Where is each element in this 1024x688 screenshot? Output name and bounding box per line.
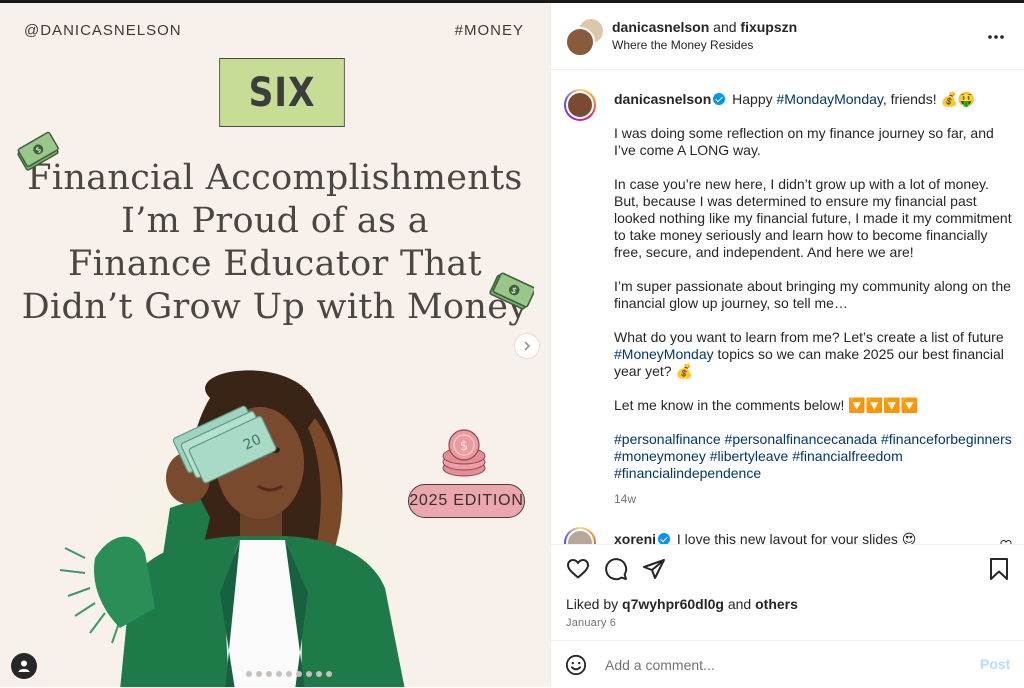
save-bookmark-icon[interactable]: [988, 557, 1010, 581]
liked-by-and: and: [727, 596, 752, 612]
headline-line: Finance Educator That: [68, 244, 482, 284]
collab-avatars[interactable]: [565, 17, 605, 57]
more-horizontal-icon: [988, 35, 1004, 39]
post-comment-button[interactable]: Post: [980, 656, 1010, 672]
carousel-dots: [236, 671, 332, 677]
avatar: [566, 529, 594, 544]
carousel-dot: [316, 671, 322, 677]
liked-by-text: Liked by q7wyhpr60dl0g and others: [566, 596, 798, 612]
money-bills-icon: $: [17, 131, 59, 171]
author-link[interactable]: danicasnelson: [612, 19, 709, 35]
carousel-dot: [326, 671, 332, 677]
carousel-dot: [236, 671, 242, 677]
hashtag-link[interactable]: #financeforbeginners: [881, 431, 1012, 447]
hashtag-link[interactable]: #personalfinancecanada: [725, 431, 878, 447]
hashtag-link[interactable]: #MondayMonday: [777, 91, 883, 107]
hashtag-link[interactable]: #financialindependence: [614, 465, 761, 481]
liked-by-user-link[interactable]: q7wyhpr60dl0g: [622, 596, 724, 612]
comments-scroll-area[interactable]: danicasnelson Happy #MondayMonday, frien…: [551, 70, 1024, 544]
post-panel: danicasnelson and fixupszn Where the Mon…: [550, 3, 1024, 687]
carousel-next-button[interactable]: [515, 334, 539, 358]
edition-badge: 2025 EDITION: [408, 484, 525, 518]
post-carousel-slide[interactable]: @DANICASNELSON #MONEY SIX Financial Acco…: [0, 3, 550, 687]
emoji-smiley-icon[interactable]: [565, 654, 587, 676]
and-text: and: [713, 19, 737, 35]
carousel-dot: [286, 671, 292, 677]
post-actions: Liked by q7wyhpr60dl0g and others Januar…: [551, 544, 1024, 641]
commenter-avatar[interactable]: [564, 527, 596, 544]
post-authors: danicasnelson and fixupszn: [612, 19, 797, 35]
liked-by-prefix: Liked by: [566, 596, 619, 612]
hashtag-link[interactable]: #MoneyMonday: [614, 346, 714, 362]
caption-avatar[interactable]: [564, 89, 596, 121]
verified-icon: [713, 93, 726, 105]
caption-text: , friends! 💰🤑: [882, 91, 976, 107]
caption-text: What do you want to learn from me? Let’s…: [614, 329, 1004, 345]
svg-text:$: $: [460, 439, 468, 454]
carousel-dot: [246, 671, 252, 677]
add-comment-bar: Post: [551, 640, 1024, 688]
add-comment-input[interactable]: [603, 653, 967, 677]
liked-by-others-link[interactable]: others: [755, 596, 798, 612]
caption-paragraph: Let me know in the comments below! 🔽🔽🔽🔽: [614, 397, 918, 413]
slide-headline: Financial Accomplishments I’m Proud of a…: [20, 157, 530, 329]
person-holding-cash-photo: 20: [60, 370, 420, 687]
headline-line: Didn’t Grow Up with Money: [21, 287, 529, 327]
caption: danicasnelson Happy #MondayMonday, frien…: [614, 91, 1014, 508]
hashtag-link[interactable]: #moneymoney: [614, 448, 706, 464]
coin-stack-icon: $: [442, 429, 486, 477]
share-paper-plane-icon[interactable]: [642, 557, 666, 581]
comment-text: xoreni I love this new layout for your s…: [614, 531, 916, 544]
carousel-dot: [256, 671, 262, 677]
hashtag-link[interactable]: #libertyleave: [710, 448, 789, 464]
slide-handle: @DANICASNELSON: [24, 22, 182, 39]
carousel-dot: [276, 671, 282, 677]
money-bills-icon: $: [489, 272, 534, 310]
tagged-users-button[interactable]: [11, 653, 37, 679]
carousel-dot: [296, 671, 302, 677]
caption-paragraph: What do you want to learn from me? Let’s…: [614, 329, 1014, 380]
comment-item: xoreni I love this new layout for your s…: [551, 525, 1024, 544]
avatar: [565, 27, 595, 57]
caption-paragraph: I was doing some reflection on my financ…: [614, 125, 994, 158]
carousel-dot: [306, 671, 312, 677]
caption-paragraph: In case you’re new here, I didn’t grow u…: [614, 176, 1012, 260]
audio-subtitle[interactable]: Where the Money Resides: [612, 38, 753, 52]
chevron-right-icon: [524, 341, 531, 351]
slide-tag: #MONEY: [454, 22, 524, 39]
caption-timestamp[interactable]: 14w: [614, 491, 1014, 508]
collab-author-link[interactable]: fixupszn: [740, 19, 797, 35]
hashtag-link[interactable]: #financialfreedom: [792, 448, 903, 464]
headline-line: Financial Accomplishments: [27, 158, 523, 198]
caption-hashtags: #personalfinance #personalfinancecanada …: [614, 431, 1014, 482]
comment-username[interactable]: xoreni: [614, 531, 656, 544]
post-header: danicasnelson and fixupszn Where the Mon…: [551, 3, 1024, 70]
post-date[interactable]: January 6: [566, 617, 616, 629]
comment-body: I love this new layout for your slides 😍: [676, 531, 917, 544]
like-heart-icon[interactable]: [566, 557, 590, 581]
carousel-dot: [266, 671, 272, 677]
caption-username[interactable]: danicasnelson: [614, 91, 711, 107]
verified-icon: [658, 533, 671, 544]
more-options-button[interactable]: [987, 23, 1005, 46]
slide-number-box: SIX: [219, 58, 345, 127]
caption-paragraph: I’m super passionate about bringing my c…: [614, 278, 1011, 311]
headline-line: I’m Proud of as a: [121, 201, 429, 241]
comment-bubble-icon[interactable]: [604, 557, 628, 581]
caption-first-line: danicasnelson Happy #MondayMonday, frien…: [614, 91, 1014, 108]
user-icon: [18, 660, 30, 672]
caption-text: Happy: [732, 91, 773, 107]
avatar: [566, 91, 594, 119]
hashtag-link[interactable]: #personalfinance: [614, 431, 721, 447]
